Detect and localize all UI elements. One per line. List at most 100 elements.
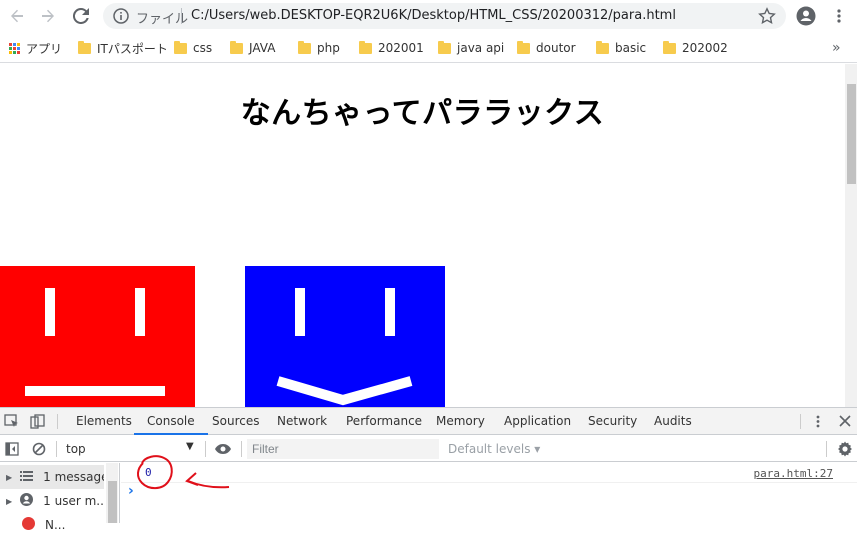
toolbar-divider	[57, 414, 58, 429]
bookmark-label: ITパスポート	[97, 41, 168, 56]
annotation-circle-arrow	[137, 455, 230, 490]
expand-triangle-icon: ▶	[6, 496, 13, 506]
toolbar-divider	[800, 414, 801, 429]
tab-application[interactable]: Application	[504, 408, 571, 435]
forward-button[interactable]	[35, 4, 61, 28]
list-icon	[20, 470, 34, 484]
star-icon[interactable]	[758, 7, 776, 28]
bookmark-label: 202002	[682, 41, 728, 55]
left-eye	[45, 288, 55, 336]
folder-icon	[78, 40, 91, 54]
blue-face-box	[245, 266, 445, 407]
tab-console[interactable]: Console	[134, 408, 208, 435]
filter-input[interactable]	[247, 439, 439, 459]
bookmark-label: doutor	[536, 41, 576, 55]
arrow-left-icon	[11, 9, 23, 23]
bookmark-folder[interactable]: java api	[438, 39, 504, 57]
sidebar-scrollbar-thumb[interactable]	[108, 481, 117, 523]
sidebar-item-messages[interactable]: ▶ 1 message	[0, 465, 104, 489]
bookmark-apps[interactable]: アプリ	[9, 39, 62, 57]
bookmark-folder[interactable]: JAVA	[230, 39, 275, 57]
gear-icon[interactable]	[837, 441, 853, 460]
bookmark-label: css	[193, 41, 213, 55]
mouth	[25, 386, 165, 396]
toolbar-divider	[56, 441, 57, 457]
profile-button[interactable]	[793, 4, 819, 28]
omnibox-divider	[181, 8, 182, 24]
tab-performance[interactable]: Performance	[346, 408, 422, 435]
tab-network[interactable]: Network	[277, 408, 327, 435]
folder-icon	[596, 40, 609, 54]
red-face-box	[0, 266, 195, 407]
right-eye	[385, 288, 395, 336]
console-toolbar: top ▼ Default levels ▾	[0, 436, 857, 462]
source-link[interactable]: para.html:27	[754, 467, 833, 480]
device-toolbar-icon[interactable]	[30, 414, 45, 432]
bookmark-label: JAVA	[249, 41, 276, 55]
console-prompt[interactable]: ›	[128, 483, 134, 499]
sidebar-item-label: 1 message	[43, 470, 104, 484]
folder-icon	[174, 40, 187, 54]
bookmark-folder[interactable]: doutor	[517, 39, 576, 57]
toolbar-divider	[241, 441, 242, 457]
reload-icon	[73, 8, 89, 24]
face-background	[245, 266, 445, 407]
sidebar-item-label: N...	[45, 518, 66, 532]
sidebar-item-user-messages[interactable]: ▶ 1 user m...	[0, 489, 104, 513]
inspect-element-icon[interactable]	[4, 414, 19, 432]
folder-icon	[438, 40, 451, 54]
clear-console-icon[interactable]	[32, 442, 46, 459]
bookmark-label: java api	[457, 41, 505, 55]
back-button[interactable]	[4, 4, 30, 28]
bookmark-folder[interactable]: 202002	[663, 39, 728, 57]
apps-grid-icon	[9, 42, 20, 54]
folder-icon	[230, 40, 243, 54]
log-levels-dropdown[interactable]: Default levels ▾	[448, 442, 540, 456]
bookmark-folder[interactable]: php	[298, 39, 340, 57]
account-icon	[796, 6, 816, 26]
devtools-tabbar: Elements Console Sources Network Perform…	[0, 408, 857, 435]
bookmark-label: 202001	[378, 41, 424, 55]
tab-security[interactable]: Security	[588, 408, 637, 435]
omnibox[interactable]: ファイル C:/Users/web.DESKTOP-EQR2U6K/Deskto…	[103, 3, 786, 29]
close-icon[interactable]	[838, 414, 852, 431]
toolbar-divider	[826, 441, 827, 457]
page-scrollbar-thumb[interactable]	[847, 84, 856, 184]
folder-icon	[298, 40, 311, 54]
bookmark-folder[interactable]: css	[174, 39, 212, 57]
page-title: なんちゃってパララックス	[240, 96, 605, 131]
tab-elements[interactable]: Elements	[76, 408, 132, 435]
bookmark-folder[interactable]: 202001	[359, 39, 424, 57]
context-label: top	[66, 442, 86, 456]
face-background	[0, 266, 195, 407]
reload-button[interactable]	[68, 4, 94, 28]
more-vert-icon[interactable]	[812, 414, 824, 432]
expand-triangle-icon: ▶	[6, 472, 13, 482]
folder-icon	[359, 40, 372, 54]
tab-memory[interactable]: Memory	[436, 408, 485, 435]
info-icon[interactable]	[113, 8, 129, 27]
left-eye	[295, 288, 305, 336]
sidebar-toggle-icon[interactable]	[5, 442, 19, 459]
bookmark-folder[interactable]: basic	[596, 39, 646, 57]
arrow-right-icon	[42, 9, 54, 23]
bookmark-label: php	[317, 41, 340, 55]
bookmarks-bar: アプリ ITパスポート css JAVA php 202001 java api…	[0, 33, 857, 63]
page-viewport: なんちゃってパララックス	[0, 64, 845, 407]
bookmark-label: アプリ	[26, 41, 63, 56]
folder-icon	[517, 40, 530, 54]
tab-sources[interactable]: Sources	[212, 408, 259, 435]
bookmark-folder[interactable]: ITパスポート	[78, 39, 168, 57]
sidebar-item-errors[interactable]: N...	[0, 513, 104, 537]
right-eye	[135, 288, 145, 336]
menu-button[interactable]	[826, 4, 852, 28]
error-icon	[22, 517, 35, 533]
tab-audits[interactable]: Audits	[654, 408, 692, 435]
user-icon	[20, 493, 34, 509]
folder-icon	[663, 40, 676, 54]
sidebar-item-label: 1 user m...	[43, 494, 104, 508]
more-vert-icon	[837, 9, 841, 23]
url-text[interactable]: C:/Users/web.DESKTOP-EQR2U6K/Desktop/HTM…	[191, 8, 676, 23]
browser-toolbar: ファイル C:/Users/web.DESKTOP-EQR2U6K/Deskto…	[0, 0, 857, 33]
bookmarks-overflow-button[interactable]: »	[832, 39, 841, 57]
